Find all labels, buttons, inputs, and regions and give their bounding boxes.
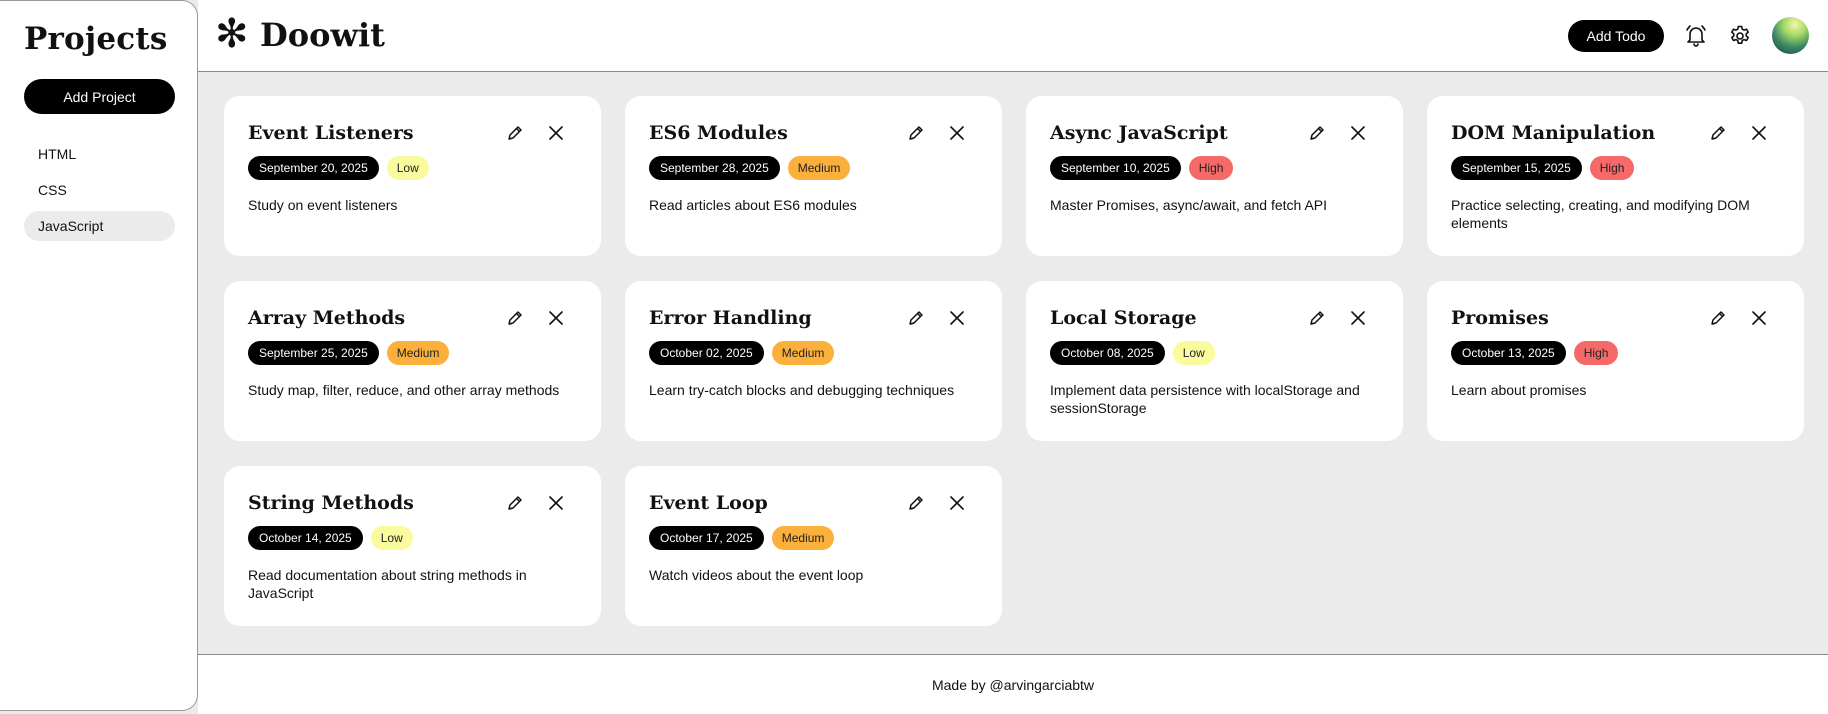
- todo-card: Promises October 13, 2025 High Learn abo…: [1427, 281, 1804, 441]
- todo-card: DOM Manipulation September 15, 2025 High…: [1427, 96, 1804, 256]
- sidebar: Projects Add Project HTML CSS JavaScript: [0, 0, 198, 711]
- header: ✻ Doowit Add Todo: [198, 0, 1828, 72]
- todo-tags: October 08, 2025 Low: [1050, 341, 1215, 365]
- pencil-edit-icon[interactable]: [1308, 124, 1326, 142]
- project-list: HTML CSS JavaScript: [24, 139, 175, 247]
- todo-card: Async JavaScript September 10, 2025 High…: [1026, 96, 1403, 256]
- todo-title: String Methods: [248, 492, 414, 514]
- todo-card: Event Listeners September 20, 2025 Low S…: [224, 96, 601, 256]
- todo-card: Local Storage October 08, 2025 Low Imple…: [1026, 281, 1403, 441]
- todo-tags: September 10, 2025 High: [1050, 156, 1234, 180]
- todo-description: Read documentation about string methods …: [248, 567, 527, 601]
- footer: Made by @arvingarciabtw: [198, 654, 1828, 714]
- sidebar-item-css[interactable]: CSS: [24, 175, 175, 205]
- priority-badge: Medium: [787, 156, 851, 180]
- sidebar-item-html[interactable]: HTML: [24, 139, 175, 169]
- priority-badge: High: [1589, 156, 1635, 180]
- pencil-edit-icon[interactable]: [506, 124, 524, 142]
- todo-card: Event Loop October 17, 2025 Medium Watch…: [625, 466, 1002, 626]
- todo-description: Watch videos about the event loop: [649, 567, 864, 583]
- todo-description: Learn about promises: [1451, 382, 1587, 398]
- due-date-badge: September 15, 2025: [1451, 156, 1582, 180]
- gear-icon[interactable]: [1728, 24, 1752, 48]
- pencil-edit-icon[interactable]: [1709, 309, 1727, 327]
- priority-badge: Medium: [771, 526, 835, 550]
- close-icon[interactable]: [1351, 126, 1365, 140]
- todo-card: String Methods October 14, 2025 Low Read…: [224, 466, 601, 626]
- todo-card: Error Handling October 02, 2025 Medium L…: [625, 281, 1002, 441]
- priority-badge: Low: [386, 156, 429, 180]
- todo-description: Master Promises, async/await, and fetch …: [1050, 197, 1328, 213]
- due-date-badge: October 17, 2025: [649, 526, 764, 550]
- priority-badge: High: [1573, 341, 1619, 365]
- close-icon[interactable]: [549, 496, 563, 510]
- due-date-badge: September 20, 2025: [248, 156, 379, 180]
- todo-tags: October 13, 2025 High: [1451, 341, 1619, 365]
- todo-title: Local Storage: [1050, 307, 1197, 329]
- close-icon[interactable]: [950, 311, 964, 325]
- due-date-badge: October 14, 2025: [248, 526, 363, 550]
- close-icon[interactable]: [1351, 311, 1365, 325]
- priority-badge: High: [1188, 156, 1234, 180]
- due-date-badge: October 13, 2025: [1451, 341, 1566, 365]
- bell-icon[interactable]: [1684, 24, 1708, 48]
- add-todo-button[interactable]: Add Todo: [1568, 20, 1664, 52]
- sidebar-title: Projects: [24, 21, 168, 57]
- close-icon[interactable]: [1752, 311, 1766, 325]
- todo-title: Array Methods: [248, 307, 406, 329]
- due-date-badge: September 25, 2025: [248, 341, 379, 365]
- close-icon[interactable]: [950, 496, 964, 510]
- due-date-badge: October 08, 2025: [1050, 341, 1165, 365]
- todo-tags: September 25, 2025 Medium: [248, 341, 450, 365]
- pencil-edit-icon[interactable]: [506, 494, 524, 512]
- close-icon[interactable]: [549, 311, 563, 325]
- todo-description: Practice selecting, creating, and modify…: [1451, 197, 1750, 231]
- todo-card: ES6 Modules September 28, 2025 Medium Re…: [625, 96, 1002, 256]
- due-date-badge: September 28, 2025: [649, 156, 780, 180]
- sidebar-item-javascript[interactable]: JavaScript: [24, 211, 175, 241]
- todo-title: Event Loop: [649, 492, 768, 514]
- todo-title: Event Listeners: [248, 122, 414, 144]
- avatar[interactable]: [1772, 17, 1809, 54]
- close-icon[interactable]: [549, 126, 563, 140]
- due-date-badge: October 02, 2025: [649, 341, 764, 365]
- priority-badge: Medium: [386, 341, 450, 365]
- priority-badge: Low: [370, 526, 413, 550]
- todo-description: Learn try-catch blocks and debugging tec…: [649, 382, 955, 398]
- due-date-badge: September 10, 2025: [1050, 156, 1181, 180]
- pencil-edit-icon[interactable]: [907, 494, 925, 512]
- todo-tags: October 02, 2025 Medium: [649, 341, 835, 365]
- todo-title: DOM Manipulation: [1451, 122, 1656, 144]
- todo-tags: October 14, 2025 Low: [248, 526, 413, 550]
- todo-description: Implement data persistence with localSto…: [1050, 382, 1360, 416]
- pencil-edit-icon[interactable]: [907, 309, 925, 327]
- app-title: Doowit: [260, 16, 385, 54]
- todo-card: Array Methods September 25, 2025 Medium …: [224, 281, 601, 441]
- todo-grid: Event Listeners September 20, 2025 Low S…: [224, 96, 1804, 626]
- todo-description: Study on event listeners: [248, 197, 398, 213]
- todo-description: Read articles about ES6 modules: [649, 197, 857, 213]
- todo-tags: September 28, 2025 Medium: [649, 156, 851, 180]
- pencil-edit-icon[interactable]: [1308, 309, 1326, 327]
- todo-title: Async JavaScript: [1050, 122, 1228, 144]
- todo-title: ES6 Modules: [649, 122, 788, 144]
- footer-credit: Made by @arvingarciabtw: [931, 676, 1095, 693]
- todo-title: Error Handling: [649, 307, 812, 329]
- todo-description: Study map, filter, reduce, and other arr…: [248, 382, 560, 398]
- add-project-button[interactable]: Add Project: [24, 79, 175, 114]
- close-icon[interactable]: [1752, 126, 1766, 140]
- priority-badge: Low: [1172, 341, 1215, 365]
- todo-tags: September 20, 2025 Low: [248, 156, 429, 180]
- priority-badge: Medium: [771, 341, 835, 365]
- close-icon[interactable]: [950, 126, 964, 140]
- pencil-edit-icon[interactable]: [1709, 124, 1727, 142]
- asterisk-logo-icon: ✻: [215, 11, 249, 57]
- pencil-edit-icon[interactable]: [506, 309, 524, 327]
- todo-title: Promises: [1451, 307, 1549, 329]
- todo-tags: October 17, 2025 Medium: [649, 526, 835, 550]
- todo-tags: September 15, 2025 High: [1451, 156, 1635, 180]
- pencil-edit-icon[interactable]: [907, 124, 925, 142]
